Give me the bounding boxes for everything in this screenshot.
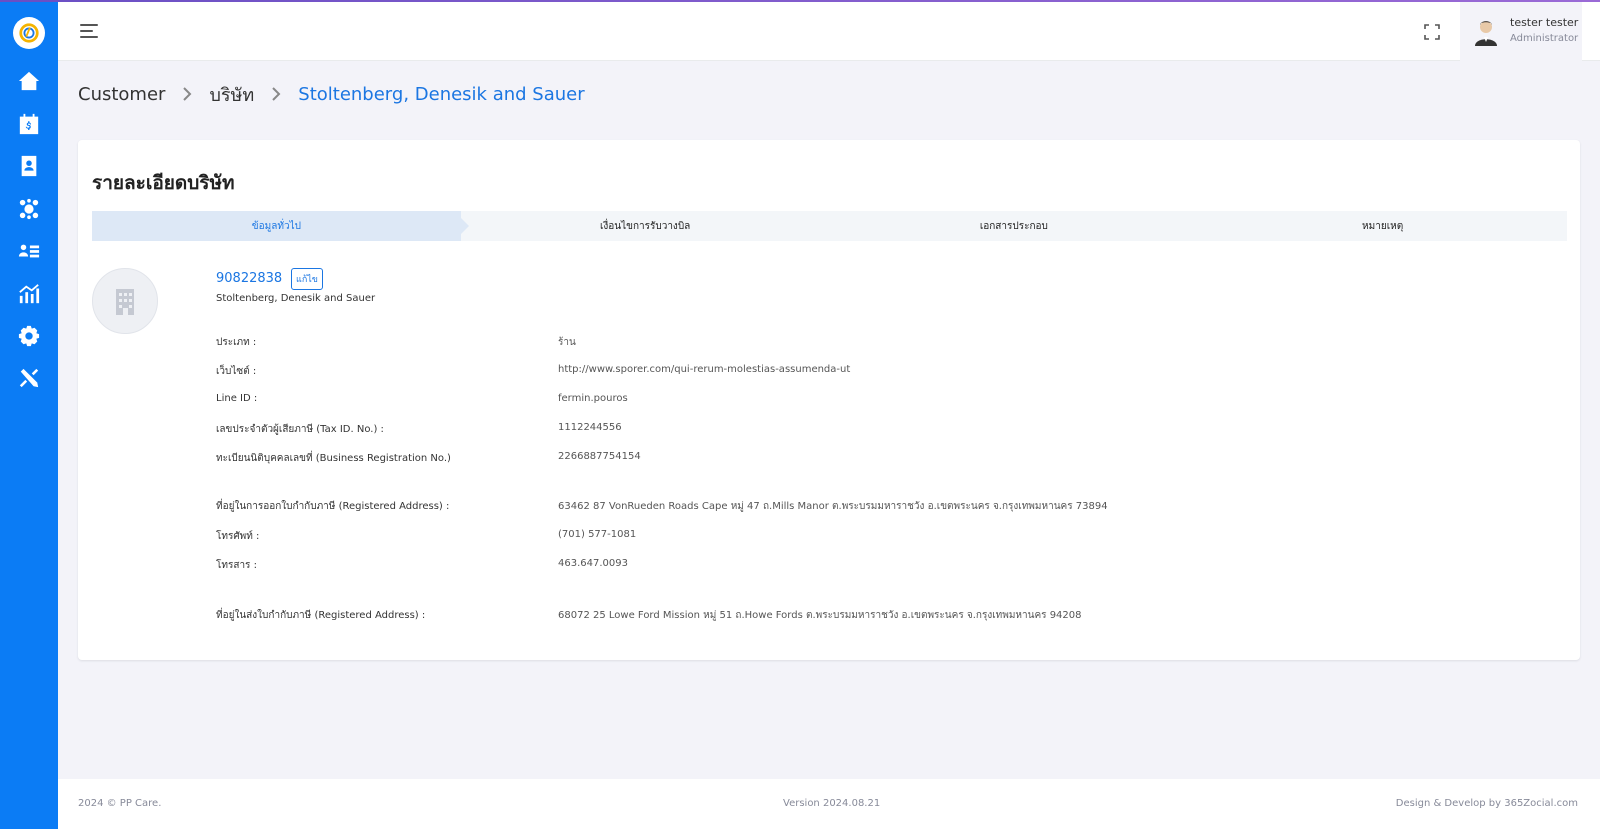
tab-billing-conditions[interactable]: เงื่อนไขการรับวางบิล xyxy=(461,211,830,241)
breadcrumb: Customer บริษัท Stoltenberg, Denesik and… xyxy=(78,82,585,106)
breadcrumb-customer[interactable]: Customer xyxy=(78,84,165,105)
home-icon xyxy=(18,71,40,91)
sidebar-item-home[interactable] xyxy=(17,69,41,93)
user-name: tester tester xyxy=(1510,16,1579,29)
field-label: ที่อยู่ในส่งใบกำกับภาษี (Registered Addr… xyxy=(216,610,426,621)
field-value: 1112244556 xyxy=(558,422,622,433)
field-label: เว็บไซต์ : xyxy=(216,366,257,377)
building-icon xyxy=(116,289,134,315)
field-label: ทะเบียนนิติบุคคลเลขที่ (Business Registr… xyxy=(216,453,451,464)
field-label: ที่อยู่ในการออกใบกำกับภาษี (Registered A… xyxy=(216,501,450,512)
menu-toggle-button[interactable] xyxy=(80,22,100,40)
sidebar xyxy=(0,0,58,829)
breadcrumb-company[interactable]: บริษัท xyxy=(209,80,254,109)
top-accent-line xyxy=(0,0,1600,2)
settings-icon xyxy=(18,325,40,347)
user-list-icon xyxy=(18,244,40,258)
top-header: tester tester Administrator xyxy=(58,2,1600,61)
edit-button[interactable]: แก้ไข xyxy=(291,268,323,290)
detail-tabs: ข้อมูลทั่วไป เงื่อนไขการรับวางบิล เอกสาร… xyxy=(92,211,1567,241)
sidebar-item-settings[interactable] xyxy=(17,324,41,348)
field-value: 463.647.0093 xyxy=(558,558,628,569)
user-menu[interactable]: tester tester Administrator xyxy=(1460,2,1582,61)
company-name: Stoltenberg, Denesik and Sauer xyxy=(216,293,376,304)
footer-copyright: 2024 © PP Care. xyxy=(78,798,162,809)
billing-calendar-icon xyxy=(19,113,39,135)
tab-notes[interactable]: หมายเหตุ xyxy=(1198,211,1567,241)
avatar xyxy=(1475,21,1497,46)
field-value: 2266887754154 xyxy=(558,451,641,462)
contacts-icon xyxy=(21,155,37,177)
sidebar-item-users[interactable] xyxy=(17,239,41,263)
field-value: 63462 87 VonRueden Roads Cape หมู่ 47 ถ.… xyxy=(558,501,1108,512)
field-value: ร้าน xyxy=(558,337,576,348)
field-value: 68072 25 Lowe Ford Mission หมู่ 51 ถ.How… xyxy=(558,610,1082,621)
company-code: 90822838 xyxy=(216,271,283,286)
chevron-right-icon xyxy=(272,87,281,101)
sidebar-item-billing[interactable] xyxy=(17,112,41,136)
company-detail-card: รายละเอียดบริษัท ข้อมูลทั่วไป เงื่อนไขกา… xyxy=(78,140,1580,660)
tools-icon xyxy=(19,368,39,388)
sidebar-item-analytics[interactable] xyxy=(17,282,41,306)
sidebar-item-team[interactable] xyxy=(17,197,41,221)
footer-version: Version 2024.08.21 xyxy=(783,798,881,809)
sidebar-item-tools[interactable] xyxy=(17,366,41,390)
field-label: Line ID : xyxy=(216,393,258,404)
user-role: Administrator xyxy=(1510,33,1579,44)
analytics-icon xyxy=(19,284,40,304)
company-avatar xyxy=(92,268,158,334)
card-title: รายละเอียดบริษัท xyxy=(92,172,235,194)
team-icon xyxy=(19,198,39,220)
pp-care-logo-icon xyxy=(19,23,39,43)
field-label: โทรศัพท์ : xyxy=(216,531,260,542)
footer-credit: Design & Develop by 365Zocial.com xyxy=(1395,798,1578,809)
tab-documents[interactable]: เอกสารประกอบ xyxy=(830,211,1199,241)
field-value: fermin.pouros xyxy=(558,393,628,404)
field-label: โทรสาร : xyxy=(216,560,257,571)
sidebar-item-customer[interactable] xyxy=(17,154,41,178)
fullscreen-icon xyxy=(1424,24,1440,40)
field-label: เลขประจำตัวผู้เสียภาษี (Tax ID. No.) : xyxy=(216,424,384,435)
tab-general[interactable]: ข้อมูลทั่วไป xyxy=(92,211,469,241)
field-label: ประเภท : xyxy=(216,337,257,348)
chevron-right-icon xyxy=(183,87,192,101)
app-logo[interactable] xyxy=(13,17,45,49)
fullscreen-button[interactable] xyxy=(1422,22,1442,42)
field-value: (701) 577-1081 xyxy=(558,529,637,540)
footer: 2024 © PP Care. Version 2024.08.21 Desig… xyxy=(58,779,1600,829)
field-value: http://www.sporer.com/qui-rerum-molestia… xyxy=(558,364,851,375)
breadcrumb-current: Stoltenberg, Denesik and Sauer xyxy=(298,83,585,105)
